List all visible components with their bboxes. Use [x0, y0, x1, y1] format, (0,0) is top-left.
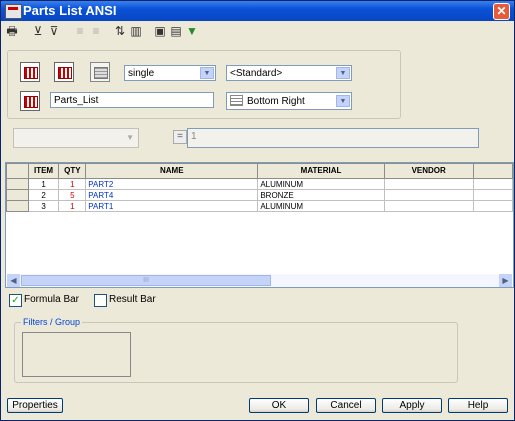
- filters-legend: Filters / Group: [21, 317, 83, 327]
- table-icon: [24, 96, 38, 108]
- parts-grid[interactable]: ITEM QTY NAME MATERIAL VENDOR 1 1 PART2 …: [5, 162, 514, 288]
- standard-select-value: <Standard>: [230, 68, 283, 79]
- qty-cell[interactable]: 1: [58, 200, 87, 212]
- window-title: Parts List ANSI: [23, 3, 117, 18]
- header-bottom-icon: [58, 67, 72, 79]
- item-cell[interactable]: 3: [27, 200, 60, 212]
- formula-value: 1: [191, 131, 197, 142]
- properties-button[interactable]: Properties: [7, 398, 63, 413]
- printer-icon[interactable]: 🖶: [5, 24, 19, 38]
- column-arrange-icon[interactable]: ⊽: [47, 24, 61, 38]
- mode-select[interactable]: single ▼: [124, 65, 216, 81]
- qty-cell[interactable]: 5: [58, 189, 87, 201]
- filters-list[interactable]: [22, 332, 131, 377]
- scroll-thumb[interactable]: III: [21, 275, 271, 286]
- standard-select[interactable]: <Standard> ▼: [226, 65, 352, 81]
- vendor-cell[interactable]: [383, 189, 474, 201]
- column-header-item[interactable]: ITEM: [27, 163, 60, 179]
- anchor-select[interactable]: Bottom Right ▼: [226, 92, 352, 110]
- table-row[interactable]: 2 5 PART4 BRONZE: [6, 189, 513, 201]
- row-header[interactable]: [6, 200, 29, 212]
- extra-cell[interactable]: [472, 178, 513, 190]
- checkmark-icon[interactable]: ✓: [9, 294, 22, 307]
- table-name-icon-button[interactable]: [20, 91, 40, 111]
- title-bar[interactable]: Parts List ANSI ✕: [1, 1, 514, 21]
- material-cell[interactable]: ALUMINUM: [257, 178, 385, 190]
- table-name-value: Parts_List: [54, 95, 99, 106]
- sort-icon[interactable]: ⇅: [113, 24, 127, 38]
- vendor-cell[interactable]: [383, 178, 474, 190]
- parts-list-dialog: Parts List ANSI ✕ 🖶 ⊻ ⊽ ≡ ≡ ⇅ ▥ ▣ ▤ ▼ si…: [0, 0, 515, 421]
- material-cell[interactable]: BRONZE: [257, 189, 385, 201]
- anchor-icon: [230, 95, 243, 106]
- column-header-extra[interactable]: [472, 163, 513, 179]
- vendor-cell[interactable]: [383, 200, 474, 212]
- toolbar: 🖶 ⊻ ⊽ ≡ ≡ ⇅ ▥ ▣ ▤ ▼: [3, 22, 303, 40]
- load-icon[interactable]: ▤: [169, 24, 183, 38]
- name-cell[interactable]: PART4: [85, 189, 259, 201]
- header-top-button[interactable]: [20, 62, 40, 82]
- table-name-field[interactable]: Parts_List: [50, 92, 214, 108]
- table-settings-group: single ▼ <Standard> ▼ Parts_List Bottom …: [7, 50, 401, 119]
- close-button[interactable]: ✕: [493, 3, 510, 20]
- cell-reference-combo[interactable]: ▼: [13, 128, 139, 148]
- apply-button[interactable]: Apply: [382, 398, 442, 413]
- name-cell[interactable]: PART1: [85, 200, 259, 212]
- mode-select-value: single: [128, 68, 155, 79]
- filter-icon[interactable]: ▼: [185, 24, 199, 38]
- formula-bar: ▼ = 1: [7, 124, 479, 150]
- column-chooser-icon[interactable]: ⊻: [31, 24, 45, 38]
- filters-group: Filters / Group: [14, 317, 458, 383]
- result-bar-label: Result Bar: [109, 294, 156, 305]
- regroup-icon[interactable]: ≡: [89, 24, 103, 38]
- checkbox-box[interactable]: [94, 294, 107, 307]
- ungroup-icon[interactable]: ≡: [73, 24, 87, 38]
- chevron-down-icon: ▼: [336, 67, 350, 79]
- item-cell[interactable]: 2: [27, 189, 60, 201]
- material-cell[interactable]: ALUMINUM: [257, 200, 385, 212]
- app-icon: [5, 4, 22, 19]
- extra-cell[interactable]: [472, 200, 513, 212]
- row-header[interactable]: [6, 189, 29, 201]
- column-header-qty[interactable]: QTY: [58, 163, 87, 179]
- scroll-right-icon[interactable]: ▶: [499, 274, 512, 287]
- cancel-button[interactable]: Cancel: [316, 398, 376, 413]
- formula-bar-label: Formula Bar: [24, 294, 80, 305]
- formula-input[interactable]: 1: [187, 128, 479, 148]
- qty-cell[interactable]: 1: [58, 178, 87, 190]
- no-header-button[interactable]: [90, 62, 110, 82]
- column-header-vendor[interactable]: VENDOR: [383, 163, 474, 179]
- no-header-icon: [94, 67, 108, 79]
- item-cell[interactable]: 1: [27, 178, 60, 190]
- chevron-down-icon: ▼: [126, 133, 134, 142]
- columns-icon[interactable]: ▥: [129, 24, 143, 38]
- ok-button[interactable]: OK: [249, 398, 309, 413]
- help-button[interactable]: Help: [448, 398, 508, 413]
- save-icon[interactable]: ▣: [153, 24, 167, 38]
- corner-header: [6, 163, 29, 179]
- table-row[interactable]: 1 1 PART2 ALUMINUM: [6, 178, 513, 190]
- column-header-name[interactable]: NAME: [85, 163, 259, 179]
- chevron-down-icon: ▼: [200, 67, 214, 79]
- column-header-material[interactable]: MATERIAL: [257, 163, 385, 179]
- chevron-down-icon: ▼: [336, 95, 350, 107]
- name-cell[interactable]: PART2: [85, 178, 259, 190]
- equals-icon[interactable]: =: [173, 130, 187, 144]
- extra-cell[interactable]: [472, 189, 513, 201]
- horizontal-scrollbar[interactable]: ◀ III ▶: [7, 274, 512, 287]
- header-bottom-button[interactable]: [54, 62, 74, 82]
- row-header[interactable]: [6, 178, 29, 190]
- header-top-icon: [24, 67, 38, 79]
- parts-table: ITEM QTY NAME MATERIAL VENDOR 1 1 PART2 …: [6, 163, 513, 212]
- anchor-select-value: Bottom Right: [247, 96, 305, 107]
- table-row[interactable]: 3 1 PART1 ALUMINUM: [6, 200, 513, 212]
- scroll-left-icon[interactable]: ◀: [7, 274, 20, 287]
